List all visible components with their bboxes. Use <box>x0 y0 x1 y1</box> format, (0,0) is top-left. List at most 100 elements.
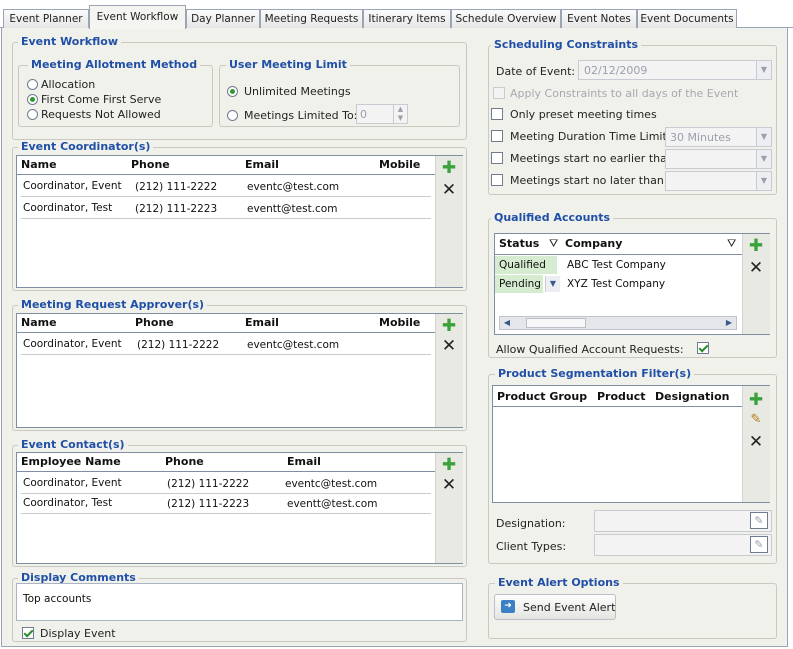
chevron-down-icon[interactable]: ▼ <box>756 150 771 168</box>
scroll-left-icon[interactable]: ◀ <box>500 317 514 329</box>
col-company[interactable]: Company <box>565 236 622 252</box>
chevron-down-icon[interactable]: ▼ <box>756 172 771 190</box>
tab-event-workflow[interactable]: Event Workflow <box>89 5 186 29</box>
col-mobile[interactable]: Mobile <box>379 157 420 173</box>
display-event-checkbox[interactable] <box>22 627 34 639</box>
chevron-down-icon[interactable]: ▼ <box>545 276 560 292</box>
send-alert-button[interactable]: ➜ Send Event Alert <box>494 594 616 620</box>
status-cell[interactable]: Pending <box>495 275 543 293</box>
col-email[interactable]: Email <box>245 157 279 173</box>
send-alert-label: Send Event Alert <box>523 601 616 614</box>
tab-itinerary-items[interactable]: Itinerary Items <box>363 9 451 28</box>
delete-icon[interactable]: ✕ <box>748 434 764 451</box>
tab-event-documents[interactable]: Event Documents <box>637 9 737 28</box>
col-product-group[interactable]: Product Group <box>497 389 587 405</box>
comments-text: Top accounts <box>23 593 92 605</box>
allocation-radio[interactable] <box>27 79 38 90</box>
table-row[interactable]: Coordinator, Event (212) 111-2222 eventc… <box>17 475 435 493</box>
add-icon[interactable]: ✚ <box>441 160 457 177</box>
add-icon[interactable]: ✚ <box>748 392 764 409</box>
allotment-title: Meeting Allotment Method <box>28 58 201 71</box>
table-row[interactable]: Qualified ABC Test Company <box>495 256 742 274</box>
delete-icon[interactable]: ✕ <box>441 182 457 199</box>
table-row[interactable]: Coordinator, Test (212) 111-2223 eventt@… <box>17 200 435 218</box>
row-divider <box>21 196 431 197</box>
earliest-start-select[interactable]: ▼ <box>665 149 772 169</box>
allow-requests-checkbox[interactable] <box>697 342 709 354</box>
filter-icon[interactable]: ⛛ <box>549 237 558 250</box>
tab-meeting-requests[interactable]: Meeting Requests <box>260 9 363 28</box>
horizontal-scrollbar[interactable]: ◀ ▶ <box>499 316 737 330</box>
latest-start-label: Meetings start no later than: <box>510 174 668 187</box>
delete-icon[interactable]: ✕ <box>441 338 457 355</box>
chevron-down-icon[interactable]: ▼ <box>756 128 771 146</box>
table-row[interactable]: Pending ▼ XYZ Test Company <box>495 275 742 293</box>
latest-start-checkbox[interactable] <box>491 174 503 186</box>
row-divider <box>21 218 431 219</box>
earliest-start-checkbox[interactable] <box>491 152 503 164</box>
company-cell: XYZ Test Company <box>567 278 666 290</box>
col-name[interactable]: Name <box>21 315 57 331</box>
designation-field[interactable]: ✎ <box>594 510 772 532</box>
col-product[interactable]: Product <box>597 389 646 405</box>
scheduling-title: Scheduling Constraints <box>491 38 642 51</box>
add-icon[interactable]: ✚ <box>748 238 764 255</box>
requests-not-allowed-label: Requests Not Allowed <box>41 108 161 121</box>
delete-icon[interactable]: ✕ <box>441 477 457 494</box>
cell-name: Coordinator, Event <box>23 477 122 489</box>
add-icon[interactable]: ✚ <box>441 318 457 335</box>
add-icon[interactable]: ✚ <box>441 457 457 474</box>
row-divider <box>21 354 431 355</box>
table-row[interactable]: Coordinator, Event (212) 111-2222 eventc… <box>17 336 435 354</box>
table-row[interactable]: Coordinator, Test (212) 111-2223 eventt@… <box>17 495 435 513</box>
col-phone[interactable]: Phone <box>131 157 170 173</box>
col-phone[interactable]: Phone <box>165 454 204 470</box>
col-email[interactable]: Email <box>287 454 321 470</box>
date-value: 02/12/2009 <box>584 64 648 77</box>
tab-day-planner[interactable]: Day Planner <box>186 9 260 28</box>
cell-phone: (212) 111-2222 <box>137 339 220 351</box>
edit-icon[interactable]: ✎ <box>750 536 768 553</box>
preset-times-label: Only preset meeting times <box>510 108 657 121</box>
chevron-down-icon[interactable]: ▼ <box>756 61 771 79</box>
client-types-field[interactable]: ✎ <box>594 534 772 556</box>
date-field[interactable]: 02/12/2009 ▼ <box>578 60 772 80</box>
preset-times-checkbox[interactable] <box>491 108 503 120</box>
cell-email: eventt@test.com <box>247 203 338 215</box>
cell-phone: (212) 111-2223 <box>167 498 250 510</box>
cell-email: eventc@test.com <box>285 478 378 490</box>
scroll-right-icon[interactable]: ▶ <box>722 317 736 329</box>
limited-radio[interactable] <box>227 110 238 121</box>
tab-schedule-overview[interactable]: Schedule Overview <box>451 9 561 28</box>
col-name[interactable]: Name <box>21 157 57 173</box>
scroll-thumb[interactable] <box>526 318 586 328</box>
col-designation[interactable]: Designation <box>655 389 729 405</box>
cell-name: Coordinator, Event <box>23 338 122 350</box>
stepper-arrows-icon[interactable]: ▲ ▼ <box>393 105 407 123</box>
table-row[interactable]: Coordinator, Event (212) 111-2222 eventc… <box>17 178 435 196</box>
col-phone[interactable]: Phone <box>135 315 174 331</box>
col-status[interactable]: Status <box>499 236 539 252</box>
col-employee-name[interactable]: Employee Name <box>21 454 121 470</box>
filter-icon[interactable]: ⛛ <box>727 237 736 250</box>
edit-icon[interactable]: ✎ <box>748 413 764 427</box>
tab-event-notes[interactable]: Event Notes <box>561 9 637 28</box>
duration-select[interactable]: 30 Minutes ▼ <box>665 127 772 147</box>
unlimited-radio[interactable] <box>227 86 238 97</box>
first-come-radio[interactable] <box>27 94 38 105</box>
client-types-label: Client Types: <box>496 540 567 553</box>
header-divider <box>17 471 435 472</box>
approvers-title: Meeting Request Approver(s) <box>18 298 208 311</box>
latest-start-select[interactable]: ▼ <box>665 171 772 191</box>
requests-not-allowed-radio[interactable] <box>27 109 38 120</box>
comments-textarea[interactable]: Top accounts <box>16 583 463 621</box>
header-divider <box>17 332 435 333</box>
meeting-limit-stepper[interactable]: 0 ▲ ▼ <box>356 104 408 124</box>
col-email[interactable]: Email <box>245 315 279 331</box>
apply-all-checkbox[interactable] <box>493 87 505 99</box>
col-mobile[interactable]: Mobile <box>379 315 420 331</box>
duration-limit-checkbox[interactable] <box>491 130 503 142</box>
tab-event-planner[interactable]: Event Planner <box>3 9 89 28</box>
delete-icon[interactable]: ✕ <box>748 260 764 277</box>
edit-icon[interactable]: ✎ <box>750 512 768 529</box>
